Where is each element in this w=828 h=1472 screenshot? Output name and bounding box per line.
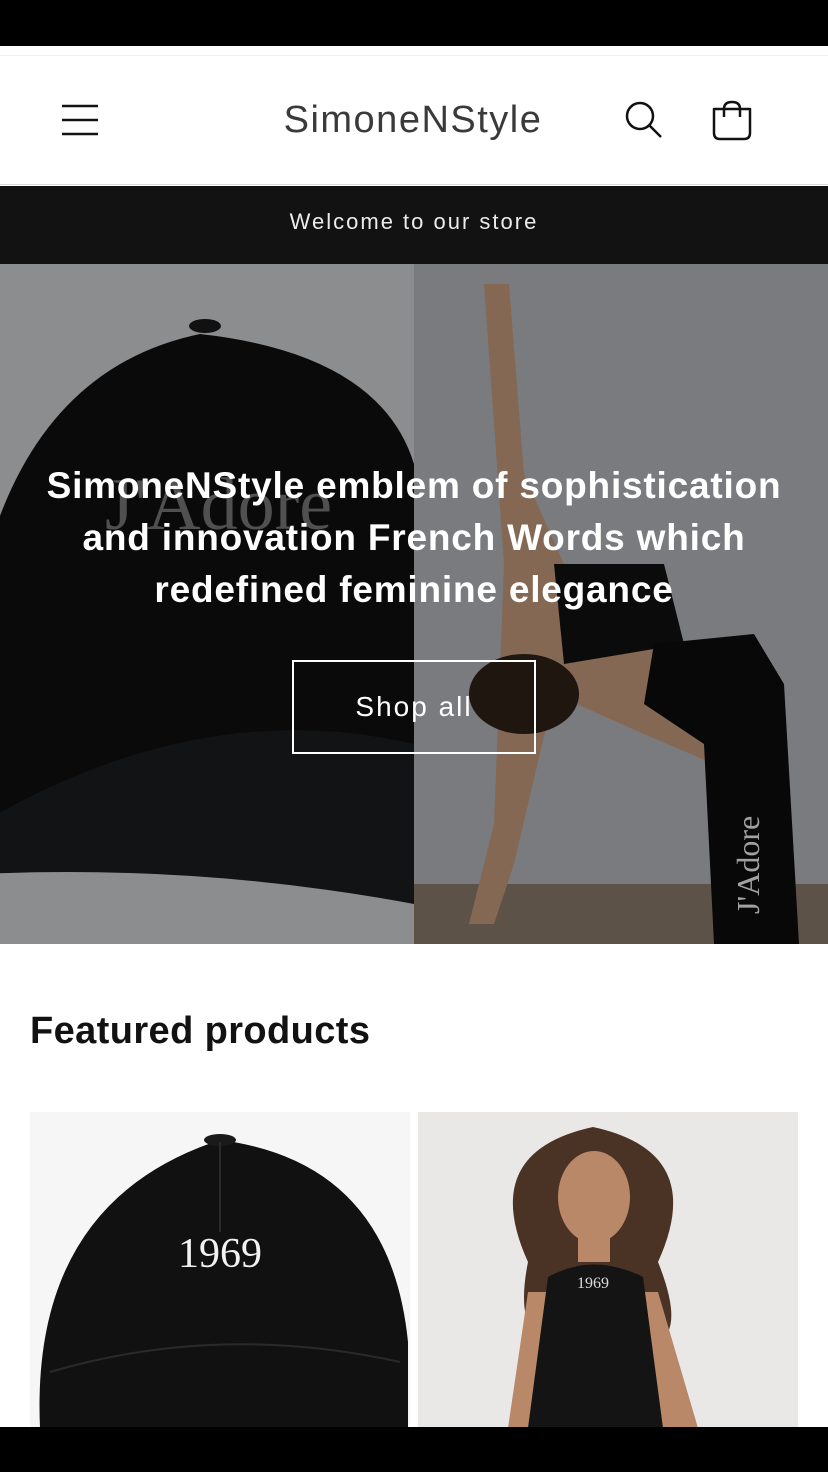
announcement-text: Welcome to our store [289, 209, 539, 234]
hero-heading: SimoneNStyle emblem of sophistication an… [46, 465, 782, 610]
announcement-bar: Welcome to our store [0, 186, 828, 264]
site-header: SimoneNStyle [0, 56, 828, 185]
featured-products-heading: Featured products [30, 1010, 371, 1052]
cart-button[interactable] [704, 92, 760, 148]
product-image-cap: 1969 [30, 1112, 410, 1428]
search-icon [625, 101, 662, 138]
shop-all-button[interactable]: Shop all [292, 660, 536, 754]
product-image-bodysuit: 1969 [418, 1112, 798, 1428]
store-logo[interactable]: SimoneNStyle [240, 94, 586, 146]
status-bar [0, 0, 828, 46]
cart-icon [712, 100, 752, 141]
bodysuit-product-text: 1969 [577, 1275, 609, 1292]
menu-icon [62, 104, 98, 136]
product-card-cap[interactable]: 1969 [30, 1112, 410, 1428]
product-card-bodysuit[interactable]: 1969 [418, 1112, 798, 1428]
header-spacer [0, 46, 828, 56]
hero-content: SimoneNStyle emblem of sophistication an… [0, 460, 828, 754]
search-button[interactable] [616, 92, 672, 148]
cap-product-text: 1969 [178, 1231, 262, 1277]
hero-banner: J'Adore J'Adore SimoneNStyle emblem of s… [0, 264, 828, 944]
bottom-bar [0, 1427, 828, 1472]
menu-button[interactable] [52, 92, 108, 148]
